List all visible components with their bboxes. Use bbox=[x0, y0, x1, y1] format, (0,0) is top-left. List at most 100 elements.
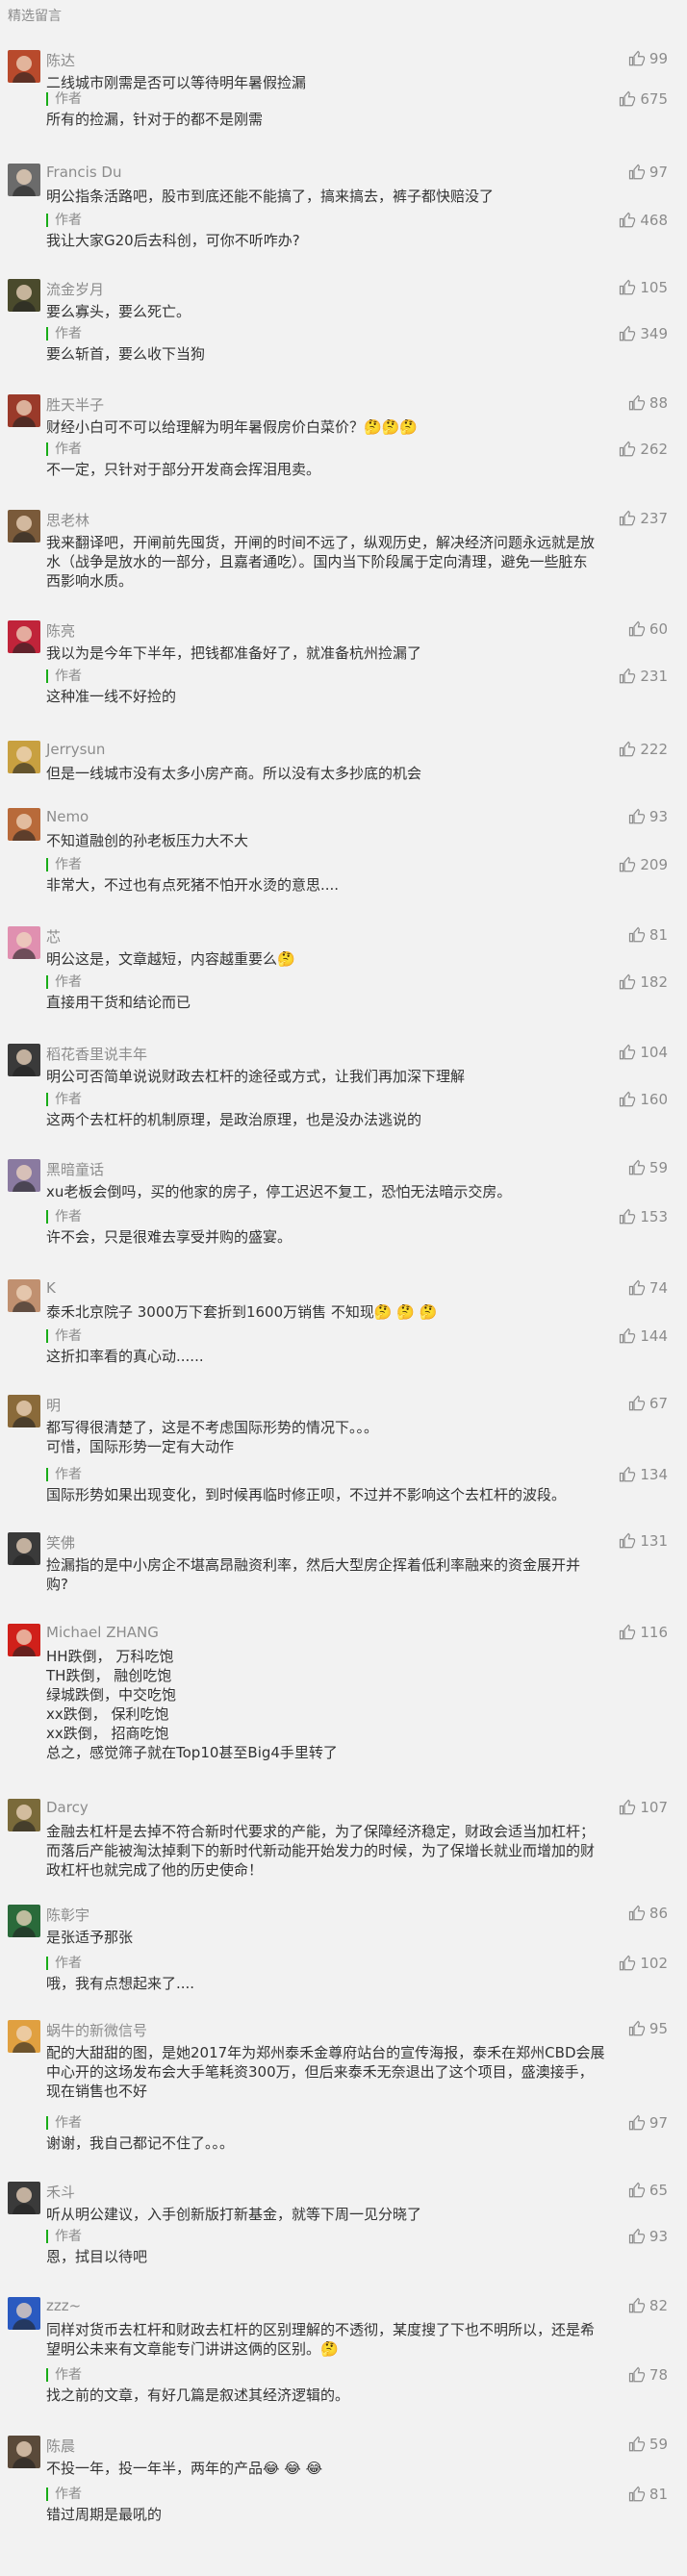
reply-like-button[interactable]: 182 bbox=[619, 973, 668, 991]
comment-like-button[interactable]: 116 bbox=[619, 1624, 668, 1641]
comment-line: 都写得很清楚了，这是不考虑国际形势的情况下。。。 bbox=[46, 1419, 379, 1436]
author-reply-text: 找之前的文章，有好几篇是叙述其经济逻辑的。 bbox=[46, 2386, 623, 2405]
comments-page: 精选留言 陈达 99 二线城市刚需是否可以等待明年暑假捡漏 作者 675 所有的捡漏，针对… bbox=[0, 0, 687, 2576]
reply-like-button[interactable]: 102 bbox=[619, 1955, 668, 1972]
avatar[interactable] bbox=[8, 394, 40, 427]
avatar[interactable] bbox=[8, 1532, 40, 1565]
comment-like-button[interactable]: 88 bbox=[628, 394, 668, 412]
comment-text: 财经小白可不可以给理解为明年暑假房价白菜价？🤔🤔🤔 bbox=[46, 417, 654, 437]
thumb-up-icon bbox=[628, 2020, 646, 2037]
reply-like-button[interactable]: 153 bbox=[619, 1208, 668, 1225]
reply-like-button[interactable]: 231 bbox=[619, 668, 668, 685]
comment-like-button[interactable]: 74 bbox=[628, 1279, 668, 1297]
thumb-up-icon bbox=[628, 1395, 646, 1412]
commenter-name[interactable]: 陈达 bbox=[46, 50, 75, 70]
comment-like-button[interactable]: 81 bbox=[628, 926, 668, 944]
comment-like-button[interactable]: 65 bbox=[628, 2182, 668, 2199]
commenter-name[interactable]: 蜗牛的新微信号 bbox=[46, 2020, 147, 2040]
avatar[interactable] bbox=[8, 926, 40, 959]
comment-like-button[interactable]: 67 bbox=[628, 1395, 668, 1412]
comment-like-button[interactable]: 93 bbox=[628, 808, 668, 825]
avatar[interactable] bbox=[8, 2020, 40, 2053]
comment-like-button[interactable]: 59 bbox=[628, 2436, 668, 2453]
thumb-up-icon bbox=[619, 1327, 636, 1345]
avatar[interactable] bbox=[8, 620, 40, 653]
avatar[interactable] bbox=[8, 808, 40, 841]
reply-like-button[interactable]: 78 bbox=[628, 2366, 668, 2384]
reply-like-button[interactable]: 93 bbox=[628, 2228, 668, 2245]
avatar[interactable] bbox=[8, 1159, 40, 1192]
comment-like-button[interactable]: 95 bbox=[628, 2020, 668, 2037]
comment-like-button[interactable]: 59 bbox=[628, 1159, 668, 1176]
comment-like-button[interactable]: 105 bbox=[619, 279, 668, 296]
comment-like-button[interactable]: 99 bbox=[628, 50, 668, 67]
comment-like-button[interactable]: 222 bbox=[619, 741, 668, 758]
avatar[interactable] bbox=[8, 741, 40, 773]
comment-like-button[interactable]: 86 bbox=[628, 1905, 668, 1922]
avatar[interactable] bbox=[8, 164, 40, 196]
comment-line: 中心开的这场发布会大手笔耗资300万，但后来泰禾无奈退出了这个项目，盛澳接手， bbox=[46, 2063, 594, 2081]
avatar[interactable] bbox=[8, 1044, 40, 1076]
thumb-up-icon bbox=[628, 2436, 646, 2453]
commenter-name[interactable]: Francis Du bbox=[46, 164, 121, 181]
comment-like-button[interactable]: 107 bbox=[619, 1799, 668, 1816]
comment-line: 同样对货币去杠杆和财政去杠杆的区别理解的不透彻，某度搜了下也不明所以，还是希 bbox=[46, 2321, 596, 2338]
reply-like-button[interactable]: 675 bbox=[619, 90, 668, 108]
reply-like-button[interactable]: 468 bbox=[619, 212, 668, 229]
commenter-name[interactable]: Michael ZHANG bbox=[46, 1624, 159, 1641]
avatar[interactable] bbox=[8, 279, 40, 312]
commenter-name[interactable]: 流金岁月 bbox=[46, 279, 104, 299]
avatar[interactable] bbox=[8, 50, 40, 83]
thumb-up-icon bbox=[619, 510, 636, 527]
avatar[interactable] bbox=[8, 2297, 40, 2330]
avatar[interactable] bbox=[8, 2436, 40, 2468]
avatar[interactable] bbox=[8, 510, 40, 543]
commenter-name[interactable]: Jerrysun bbox=[46, 741, 105, 758]
thumb-up-icon bbox=[619, 1208, 636, 1225]
comment-like-button[interactable]: 60 bbox=[628, 620, 668, 638]
commenter-name[interactable]: zzz~ bbox=[46, 2297, 81, 2314]
avatar[interactable] bbox=[8, 1799, 40, 1831]
commenter-name[interactable]: Darcy bbox=[46, 1799, 89, 1816]
avatar[interactable] bbox=[8, 2182, 40, 2214]
commenter-name[interactable]: 黑暗童话 bbox=[46, 1159, 104, 1179]
reply-like-button[interactable]: 349 bbox=[619, 325, 668, 342]
author-reply-text: 谢谢，我自己都记不住了。。。 bbox=[46, 2134, 623, 2153]
reply-like-button[interactable]: 160 bbox=[619, 1091, 668, 1108]
comment-like-button[interactable]: 82 bbox=[628, 2297, 668, 2314]
comment-like-button[interactable]: 97 bbox=[628, 164, 668, 181]
comment-line: TH跌倒， 融创吃饱 bbox=[46, 1667, 172, 1684]
avatar[interactable] bbox=[8, 1624, 40, 1656]
avatar[interactable] bbox=[8, 1905, 40, 1937]
reply-like-button[interactable]: 134 bbox=[619, 1466, 668, 1483]
reply-like-button[interactable]: 144 bbox=[619, 1327, 668, 1345]
reply-line: 错过周期是最吼的 bbox=[46, 2506, 163, 2523]
commenter-name[interactable]: K bbox=[46, 1279, 56, 1297]
thumb-up-icon bbox=[619, 1532, 636, 1550]
reply-like-button[interactable]: 209 bbox=[619, 856, 668, 873]
avatar[interactable] bbox=[8, 1279, 40, 1312]
commenter-name[interactable]: 禾斗 bbox=[46, 2182, 75, 2202]
commenter-name[interactable]: 陈亮 bbox=[46, 620, 75, 641]
reply-like-button[interactable]: 81 bbox=[628, 2486, 668, 2503]
like-count: 209 bbox=[640, 856, 668, 873]
avatar[interactable] bbox=[8, 1395, 40, 1427]
comment-like-button[interactable]: 104 bbox=[619, 1044, 668, 1061]
commenter-name[interactable]: 芯 bbox=[46, 926, 61, 947]
commenter-name[interactable]: 稻花香里说丰年 bbox=[46, 1044, 147, 1064]
commenter-name[interactable]: 陈晨 bbox=[46, 2436, 75, 2456]
comment-like-button[interactable]: 237 bbox=[619, 510, 668, 527]
reply-like-button[interactable]: 97 bbox=[628, 2114, 668, 2132]
reply-like-button[interactable]: 262 bbox=[619, 441, 668, 458]
like-count: 88 bbox=[649, 394, 668, 412]
commenter-name[interactable]: 笑佛 bbox=[46, 1532, 75, 1553]
commenter-name[interactable]: 思老林 bbox=[46, 510, 89, 530]
commenter-name[interactable]: 陈彰宇 bbox=[46, 1905, 89, 1925]
commenter-name[interactable]: 明 bbox=[46, 1395, 61, 1415]
comment-text: 不投一年，投一年半，两年的产品😂 😂 😂 bbox=[46, 2459, 654, 2478]
like-count: 67 bbox=[649, 1395, 668, 1412]
commenter-name[interactable]: Nemo bbox=[46, 808, 89, 825]
commenter-name[interactable]: 胜天半子 bbox=[46, 394, 104, 415]
author-reply-text: 这种准一线不好捡的 bbox=[46, 687, 623, 706]
comment-like-button[interactable]: 131 bbox=[619, 1532, 668, 1550]
